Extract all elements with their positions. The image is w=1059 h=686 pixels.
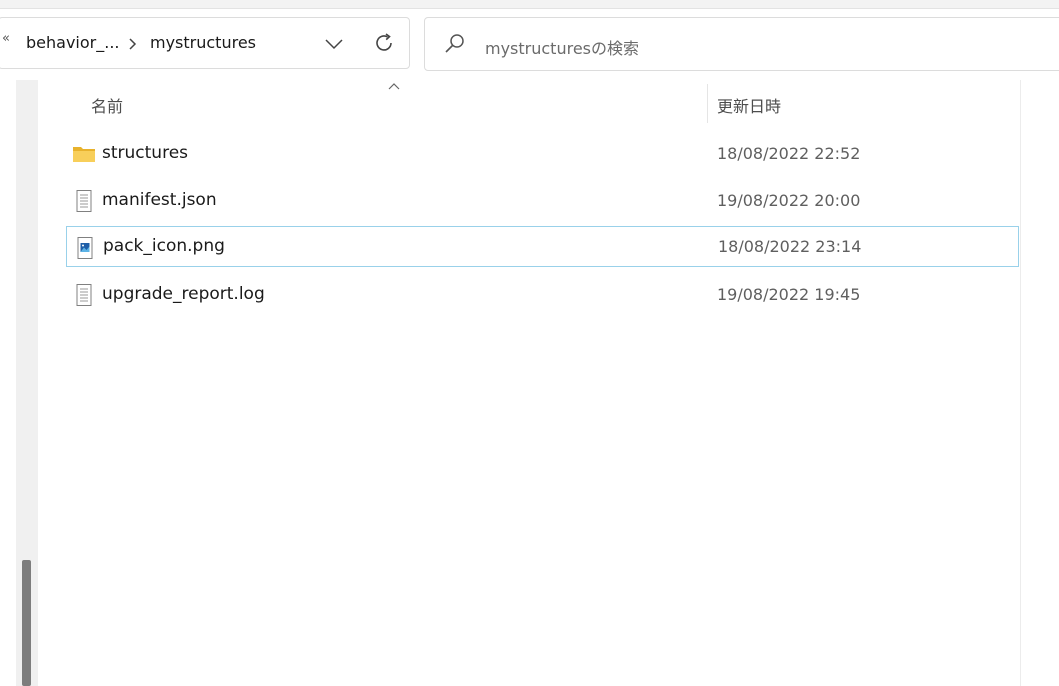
file-row-pack-icon[interactable]: pack_icon.png 18/08/2022 23:14 [66,226,1019,267]
window-top-strip [0,0,1059,9]
file-date: 18/08/2022 23:14 [718,237,862,256]
file-row-upgrade-report[interactable]: upgrade_report.log 19/08/2022 19:45 [66,274,1019,315]
search-box[interactable]: mystructuresの検索 [424,17,1059,71]
file-date: 18/08/2022 22:52 [717,144,861,163]
file-date: 19/08/2022 20:00 [717,191,861,210]
file-name: structures [102,143,189,163]
breadcrumb-item-mystructures[interactable]: mystructures [150,33,256,52]
column-header-date-modified[interactable]: 更新日時 [717,93,781,117]
file-name: upgrade_report.log [102,284,265,304]
folder-icon [73,147,95,162]
list-right-border [1020,80,1021,686]
file-name: pack_icon.png [103,236,225,256]
column-header-name[interactable]: 名前 [91,93,123,117]
document-icon [76,284,92,306]
file-date: 19/08/2022 19:45 [717,285,861,304]
file-row-manifest[interactable]: manifest.json 19/08/2022 20:00 [66,180,1019,221]
image-file-icon [77,237,93,259]
refresh-icon[interactable] [372,31,396,55]
search-placeholder[interactable]: mystructuresの検索 [485,35,639,59]
file-row-structures[interactable]: structures 18/08/2022 22:52 [66,133,1019,174]
breadcrumb-overflow-button[interactable]: « [2,31,10,46]
column-divider[interactable] [707,84,708,123]
search-icon [445,34,464,53]
breadcrumb-item-behavior[interactable]: behavior_... [26,33,119,52]
document-icon [76,190,92,212]
sort-ascending-icon [388,83,400,90]
file-name: manifest.json [102,190,217,210]
address-bar[interactable]: « behavior_... mystructures [0,17,410,69]
chevron-right-icon[interactable] [127,37,139,51]
navigation-scrollbar-thumb[interactable] [22,560,31,686]
chevron-down-icon[interactable] [323,33,345,55]
